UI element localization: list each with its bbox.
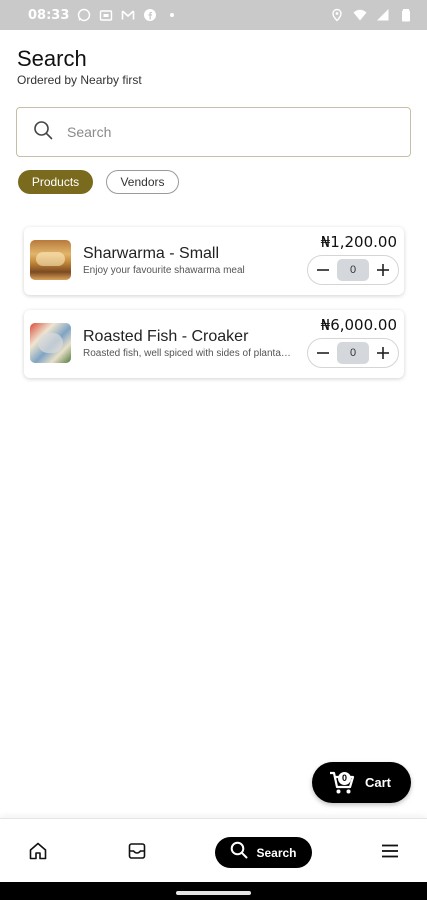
- product-description: Roasted fish, well spiced with sides of …: [83, 348, 291, 359]
- dot-icon: [165, 8, 179, 22]
- signal-icon: [376, 8, 390, 22]
- notification-icons: [77, 8, 179, 22]
- orders-icon: [127, 841, 147, 866]
- cart-icon: 0: [329, 770, 355, 796]
- product-image-fish: [30, 323, 71, 363]
- gmail-icon: [121, 8, 135, 22]
- whatsapp-icon: [77, 8, 91, 22]
- page-title: Search: [17, 46, 87, 71]
- minus-icon[interactable]: [313, 343, 333, 363]
- product-price: ₦1,200.00: [320, 233, 397, 251]
- facebook-icon: [143, 8, 157, 22]
- quantity-value[interactable]: 0: [337, 342, 369, 364]
- menu-icon: [380, 841, 400, 866]
- wifi-icon: [353, 8, 367, 22]
- nav-menu[interactable]: [380, 843, 400, 863]
- bottom-nav: Search: [0, 818, 427, 882]
- home-icon: [28, 841, 48, 866]
- cart-label: Cart: [365, 775, 392, 790]
- location-icon: [330, 8, 344, 22]
- nav-search-label: Search: [256, 845, 297, 860]
- product-price: ₦6,000.00: [320, 316, 397, 334]
- search-box[interactable]: [16, 107, 411, 157]
- cart-button[interactable]: 0 Cart: [312, 762, 411, 803]
- battery-icon: [399, 8, 413, 22]
- page-subtitle: Ordered by Nearby first: [17, 73, 142, 87]
- minus-icon[interactable]: [313, 260, 333, 280]
- filter-chips: Products Vendors: [18, 170, 179, 194]
- quantity-stepper: 0: [307, 255, 399, 285]
- search-icon: [230, 841, 248, 864]
- plus-icon[interactable]: [373, 260, 393, 280]
- chip-vendors[interactable]: Vendors: [106, 170, 179, 194]
- search-input[interactable]: [67, 124, 367, 140]
- store-icon: [99, 8, 113, 22]
- search-icon: [33, 120, 53, 145]
- cart-count-badge: 0: [338, 771, 351, 785]
- product-image-shawarma: [30, 240, 71, 280]
- status-bar: 08:33: [0, 0, 427, 30]
- nav-orders[interactable]: [126, 842, 148, 864]
- product-name: Sharwarma - Small: [83, 245, 220, 262]
- product-name: Roasted Fish - Croaker: [83, 328, 249, 345]
- quantity-value[interactable]: 0: [337, 259, 369, 281]
- home-gesture-handle[interactable]: [176, 891, 251, 895]
- quantity-stepper: 0: [307, 338, 399, 368]
- product-card[interactable]: Sharwarma - Small Enjoy your favourite s…: [24, 227, 404, 295]
- plus-icon[interactable]: [373, 343, 393, 363]
- nav-home[interactable]: [27, 842, 49, 864]
- chip-products[interactable]: Products: [18, 170, 93, 194]
- product-card[interactable]: Roasted Fish - Croaker Roasted fish, wel…: [24, 310, 404, 378]
- status-time: 08:33: [28, 7, 70, 23]
- system-nav-bar: [0, 882, 427, 900]
- system-icons: [330, 8, 413, 22]
- product-description: Enjoy your favourite shawarma meal: [83, 265, 245, 276]
- nav-search[interactable]: Search: [215, 837, 312, 868]
